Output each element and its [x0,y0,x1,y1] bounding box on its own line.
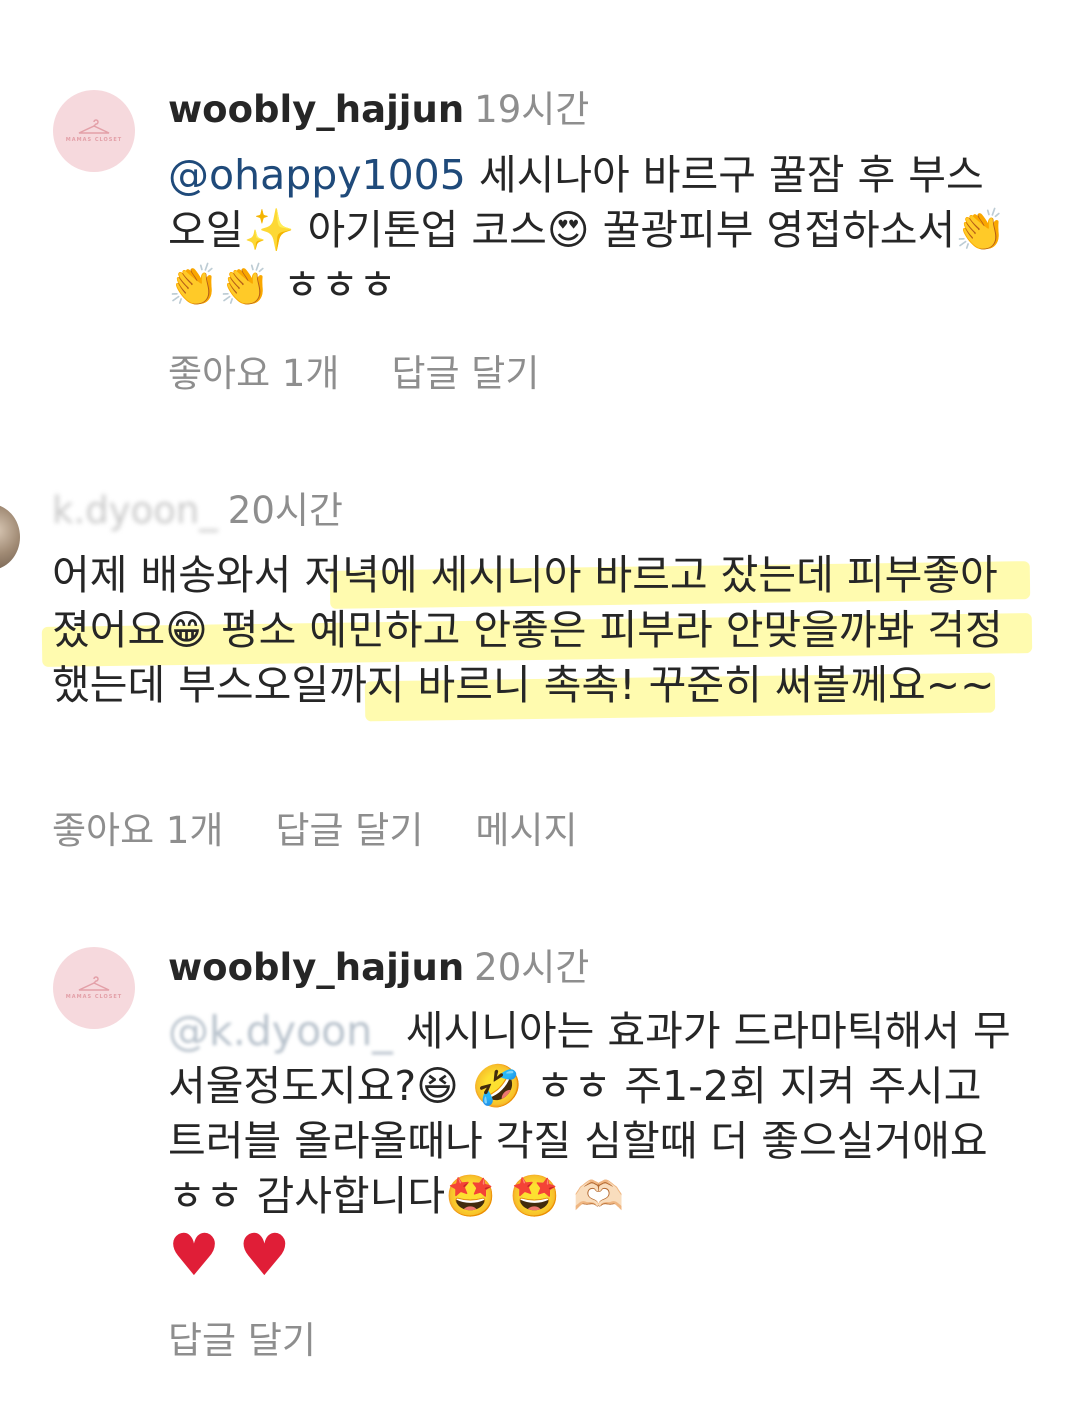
avatar-brand: MAMAS CLOSET [65,137,123,143]
mention-link[interactable]: @ohappy1005 [168,151,466,199]
comment-text: 어제 배송와서 저녁에 세시니아 바르고 잤는데 피부좋아졌어요😁 평소 예민하… [52,551,1003,709]
mention-link[interactable]: @k.dyoon_ [168,1007,393,1055]
timestamp: 19시간 [474,88,590,131]
hanger-icon [78,119,110,134]
avatar[interactable] [0,504,20,570]
username[interactable]: woobly_hajjun [168,946,464,989]
avatar[interactable]: MAMAS CLOSET [53,90,135,172]
comment-text: @k.dyoon_ 세시니아는 효과가 드라마틱해서 무서울정도지요?😆 🤣 ㅎ… [168,1004,1018,1289]
comment-actions: 좋아요 1개 답글 달기 [168,343,591,397]
likes-count[interactable]: 좋아요 1개 [168,352,339,395]
comment-text: @ohappy1005 세시나아 바르구 꿀잠 후 부스오일✨ 아기톤업 코스😍… [168,148,1018,313]
hanger-icon [78,976,110,991]
reply-button[interactable]: 답글 달기 [275,809,423,852]
timestamp: 20시간 [474,946,590,989]
comment-actions: 좋아요 1개 답글 달기 메시지 [52,800,630,854]
avatar[interactable]: MAMAS CLOSET [53,947,135,1029]
hearts: ♥ ♥ [168,1221,291,1289]
timestamp: 20시간 [227,489,343,532]
comment-header: woobly_hajjun 19시간 [168,88,589,132]
comment-actions: 답글 달기 [168,1310,368,1364]
username[interactable]: woobly_hajjun [168,88,464,131]
avatar-brand: MAMAS CLOSET [65,994,123,1000]
message-button[interactable]: 메시지 [475,809,577,852]
reply-button[interactable]: 답글 달기 [168,1319,316,1362]
comment-header: k.dyoon_ 20시간 [52,489,343,533]
username[interactable]: k.dyoon_ [52,489,218,532]
likes-count[interactable]: 좋아요 1개 [52,809,223,852]
reply-button[interactable]: 답글 달기 [391,352,539,395]
comment-header: woobly_hajjun 20시간 [168,946,589,990]
